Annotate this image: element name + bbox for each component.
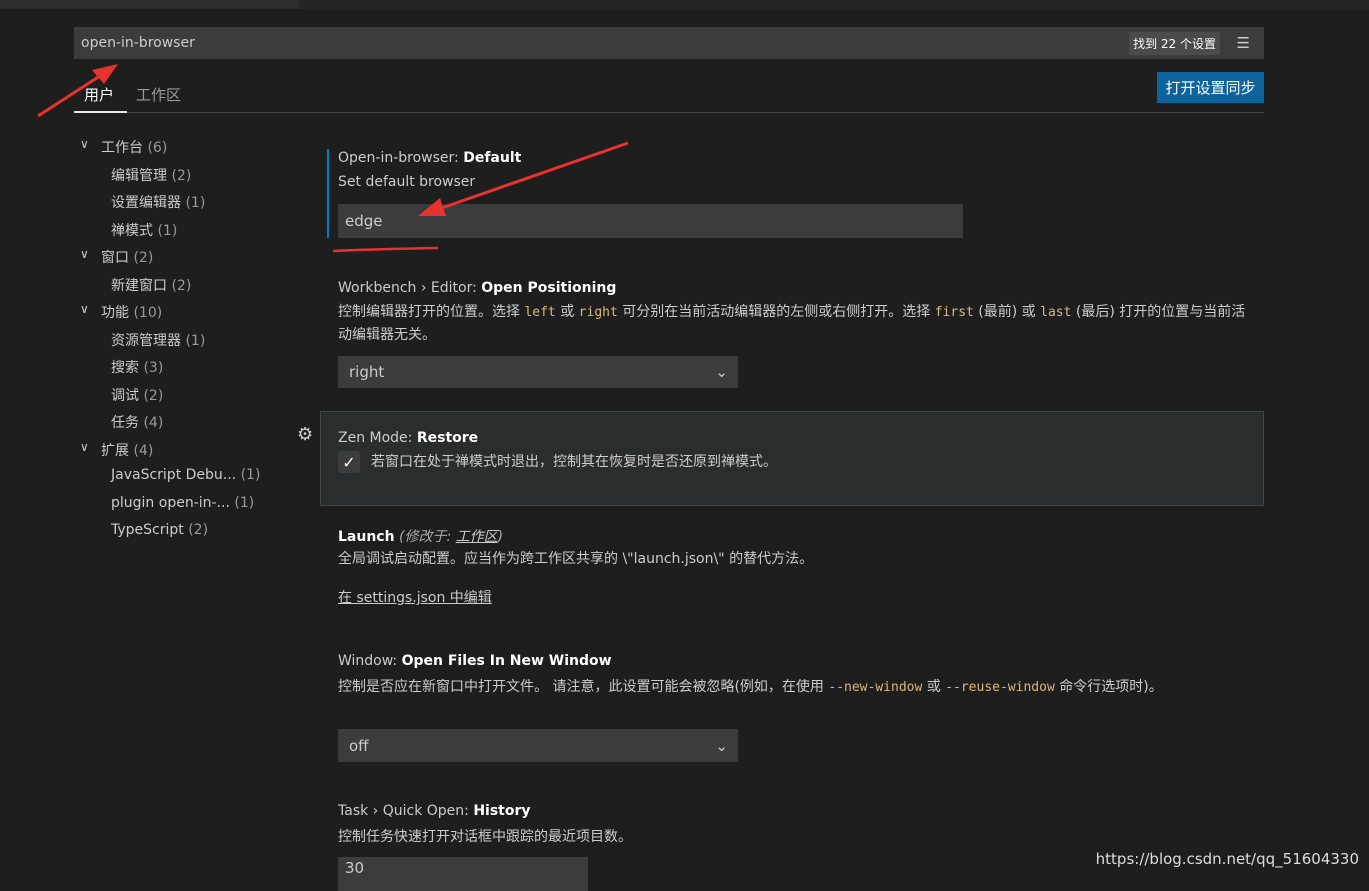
red-arrow-annotation-edge — [418, 141, 629, 216]
annotation-overlay — [37, 64, 629, 253]
red-underline-annotation — [332, 246, 439, 253]
red-arrow-annotation-search — [37, 64, 118, 118]
